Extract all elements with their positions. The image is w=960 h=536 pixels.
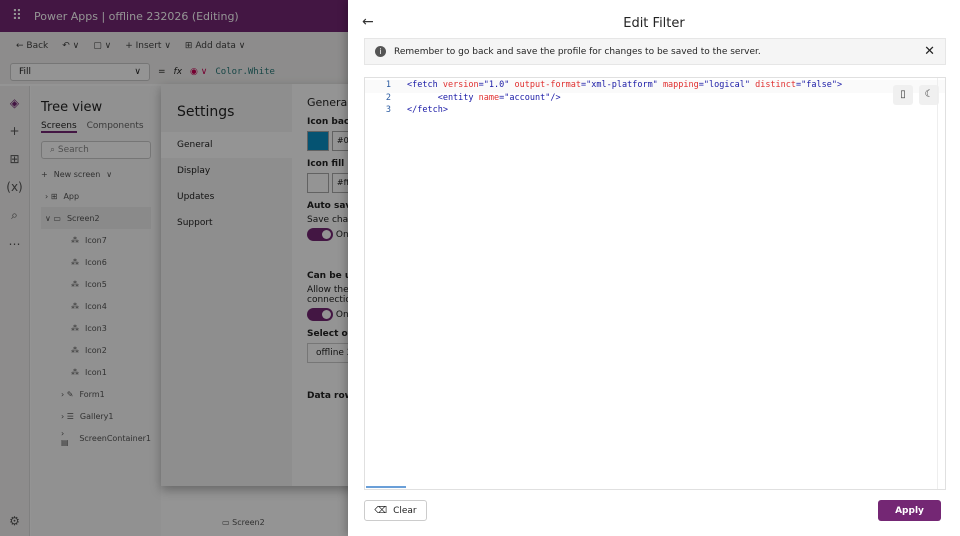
close-icon[interactable]: ✕: [924, 44, 935, 59]
code-token: "logical": [703, 80, 750, 90]
modal-overlay: [0, 0, 348, 536]
code-token: version: [442, 80, 479, 90]
info-icon: i: [375, 46, 386, 57]
code-token: distinct: [755, 80, 797, 90]
code-token: "false": [801, 80, 837, 90]
editor-scrollbar[interactable]: [937, 78, 945, 489]
code-token: <fetch: [407, 80, 443, 90]
clear-button[interactable]: ⌫ Clear: [364, 500, 427, 521]
info-message: Remember to go back and save the profile…: [394, 46, 761, 57]
edit-filter-panel: ← Edit Filter i Remember to go back and …: [348, 0, 960, 536]
code-token: "xml-platform": [586, 80, 658, 90]
code-token: </fetch>: [407, 105, 448, 115]
code-token: output-format: [514, 80, 582, 90]
code-editor[interactable]: 1 <fetch version = "1.0" output-format = "xml…: [364, 77, 946, 490]
line-number: 1: [385, 80, 391, 90]
code-token: mapping: [662, 80, 699, 90]
panel-title: Edit Filter: [623, 16, 685, 31]
line-number: 3: [385, 105, 391, 115]
apply-button[interactable]: Apply: [878, 500, 941, 521]
code-line: 1 <fetch version = "1.0" output-format = "xml…: [365, 80, 945, 93]
code-token: "account": [504, 92, 551, 103]
code-line: 2 <entity name = "account"/>: [365, 93, 945, 106]
line-number: 2: [385, 92, 391, 103]
copy-icon[interactable]: ▯: [893, 85, 913, 105]
code-token: >: [836, 80, 843, 90]
code-token: <entity: [407, 92, 479, 103]
clear-label: Clear: [393, 505, 417, 516]
code-line: 3 </fetch>: [365, 105, 945, 118]
info-message-bar: i Remember to go back and save the profi…: [364, 38, 946, 65]
code-token: />: [550, 92, 561, 103]
code-token: "1.0": [483, 80, 510, 90]
code-token: name: [478, 92, 500, 103]
horizontal-scrollbar[interactable]: [366, 486, 406, 488]
theme-toggle-icon[interactable]: ☾: [919, 85, 939, 105]
eraser-icon: ⌫: [374, 505, 388, 516]
